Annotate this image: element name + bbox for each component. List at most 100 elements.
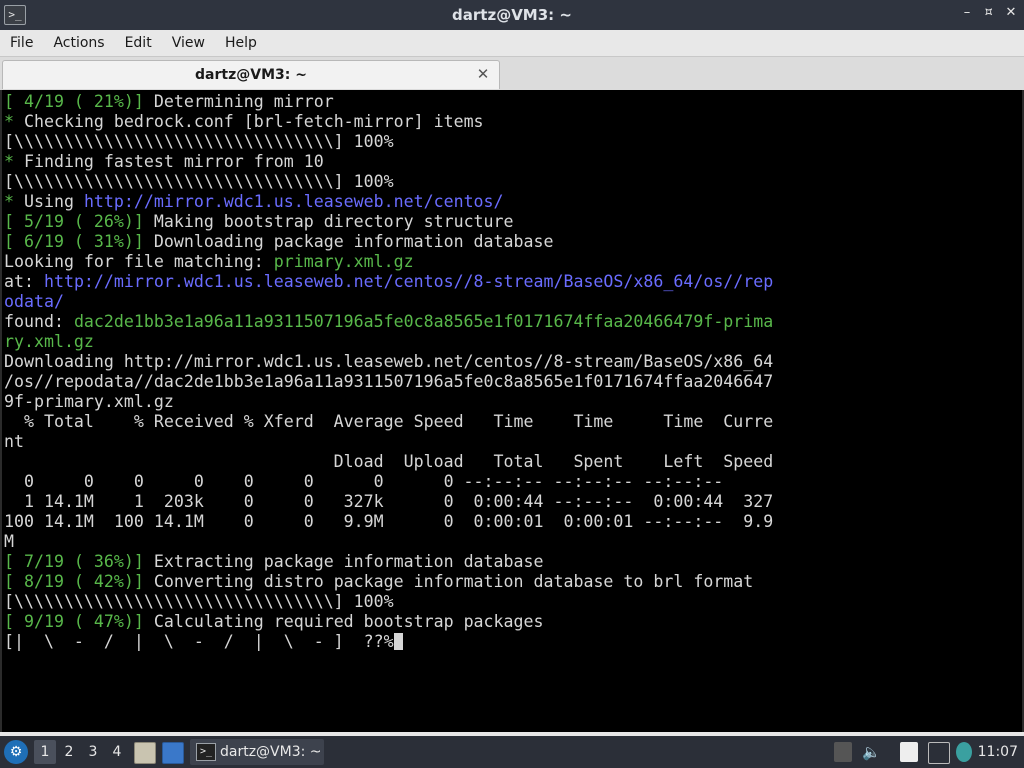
terminal-text-segment: [ 7/19 ( 36%)] <box>4 552 144 571</box>
terminal-text-segment: Finding fastest mirror from 10 <box>14 152 324 171</box>
terminal-line: [ 9/19 ( 47%)] Calculating required boot… <box>4 612 1022 632</box>
title-bar[interactable]: >_ dartz@VM3: ~ – ⯏ ✕ <box>0 0 1024 30</box>
tray-app-icon[interactable] <box>834 742 852 762</box>
terminal-text-segment: 1 14.1M 1 203k 0 0 327k 0 0:00:44 --:--:… <box>4 492 774 511</box>
terminal-line: [| \ - / | \ - / | \ - ] ??% <box>4 632 1022 652</box>
tab-close-icon[interactable]: ✕ <box>475 65 491 83</box>
terminal-line: 9f-primary.xml.gz <box>4 392 1022 412</box>
terminal-text-segment: * <box>4 152 14 171</box>
terminal-text-segment: [\\\\\\\\\\\\\\\\\\\\\\\\\\\\\\\\] 100% <box>4 172 394 191</box>
terminal-line: % Total % Received % Xferd Average Speed… <box>4 412 1022 432</box>
terminal-text-segment: found: <box>4 312 74 331</box>
terminal-text-segment: at: <box>4 272 44 291</box>
terminal-line: [ 7/19 ( 36%)] Extracting package inform… <box>4 552 1022 572</box>
terminal-line: Dload Upload Total Spent Left Speed <box>4 452 1022 472</box>
terminal-line: Downloading http://mirror.wdc1.us.leasew… <box>4 352 1022 372</box>
close-icon[interactable]: ✕ <box>1004 6 1018 20</box>
terminal-text-segment: [| \ - / | \ - / | \ - ] ??% <box>4 632 394 651</box>
terminal-line: * Checking bedrock.conf [brl-fetch-mirro… <box>4 112 1022 132</box>
terminal-text-segment: odata/ <box>4 292 64 311</box>
terminal-text-segment: Looking for file matching: <box>4 252 274 271</box>
workspace-3[interactable]: 3 <box>82 740 104 764</box>
terminal-line: [ 8/19 ( 42%)] Converting distro package… <box>4 572 1022 592</box>
maximize-icon[interactable]: ⯏ <box>982 6 996 20</box>
terminal-text-segment: Making bootstrap directory structure <box>143 212 514 231</box>
menu-edit[interactable]: Edit <box>115 30 162 56</box>
terminal-text-segment: Downloading http://mirror.wdc1.us.leasew… <box>4 352 774 371</box>
window-title: dartz@VM3: ~ <box>452 6 572 24</box>
terminal-text-segment: [\\\\\\\\\\\\\\\\\\\\\\\\\\\\\\\\] 100% <box>4 132 394 151</box>
clock[interactable]: 11:07 <box>978 736 1018 768</box>
terminal-text: [ 4/19 ( 21%)] Determining mirror * Check… <box>4 92 1022 652</box>
terminal-line: * Finding fastest mirror from 10 <box>4 152 1022 172</box>
tab-bar: dartz@VM3: ~ ✕ <box>0 56 1024 91</box>
terminal-text-segment: Dload Upload Total Spent Left Speed <box>4 452 774 471</box>
terminal-text-segment: Determining mirror <box>143 92 334 111</box>
menu-file[interactable]: File <box>0 30 43 56</box>
show-desktop-icon[interactable] <box>162 742 184 764</box>
menu-view[interactable]: View <box>162 30 215 56</box>
terminal-line: 0 0 0 0 0 0 0 0 --:--:-- --:--:-- --:--:… <box>4 472 1022 492</box>
terminal-text-segment: Checking bedrock.conf [brl-fetch-mirror]… <box>14 112 484 131</box>
file-manager-icon[interactable] <box>134 742 156 764</box>
terminal-window: >_ dartz@VM3: ~ – ⯏ ✕ File Actions Edit … <box>0 0 1024 736</box>
terminal-text-segment: [ 8/19 ( 42%)] <box>4 572 144 591</box>
terminal-text-segment: ry.xml.gz <box>4 332 94 351</box>
terminal-line: Looking for file matching: primary.xml.g… <box>4 252 1022 272</box>
terminal-text-segment: Extracting package information database <box>143 552 544 571</box>
terminal-line: [\\\\\\\\\\\\\\\\\\\\\\\\\\\\\\\\] 100% <box>4 172 1022 192</box>
terminal-text-segment: % Total % Received % Xferd Average Speed… <box>4 412 774 431</box>
terminal-line: found: dac2de1bb3e1a96a11a9311507196a5fe… <box>4 312 1022 332</box>
terminal-text-segment: /os//repodata//dac2de1bb3e1a96a11a931150… <box>4 372 774 391</box>
terminal-line: [\\\\\\\\\\\\\\\\\\\\\\\\\\\\\\\\] 100% <box>4 592 1022 612</box>
terminal-text-segment: primary.xml.gz <box>273 252 414 271</box>
terminal-text-segment: * <box>4 112 14 131</box>
terminal-line: [ 6/19 ( 31%)] Downloading package infor… <box>4 232 1022 252</box>
terminal-line: * Using http://mirror.wdc1.us.leaseweb.n… <box>4 192 1022 212</box>
menu-actions[interactable]: Actions <box>43 30 114 56</box>
terminal-line: nt <box>4 432 1022 452</box>
terminal-text-segment: [ 6/19 ( 31%)] <box>4 232 144 251</box>
terminal-task-icon: >_ <box>196 743 216 761</box>
terminal-line: 1 14.1M 1 203k 0 0 327k 0 0:00:44 --:--:… <box>4 492 1022 512</box>
terminal-line: odata/ <box>4 292 1022 312</box>
terminal-text-segment: Downloading package information database <box>143 232 554 251</box>
terminal-line: ry.xml.gz <box>4 332 1022 352</box>
terminal-text-segment: [ 5/19 ( 26%)] <box>4 212 144 231</box>
menu-help[interactable]: Help <box>215 30 267 56</box>
terminal-line: 100 14.1M 100 14.1M 0 0 9.9M 0 0:00:01 0… <box>4 512 1022 532</box>
terminal-output[interactable]: [ 4/19 ( 21%)] Determining mirror * Check… <box>0 90 1024 732</box>
workspace-1[interactable]: 1 <box>34 740 56 764</box>
terminal-line: [\\\\\\\\\\\\\\\\\\\\\\\\\\\\\\\\] 100% <box>4 132 1022 152</box>
terminal-text-segment: [ 4/19 ( 21%)] <box>4 92 144 111</box>
terminal-text-segment: 9f-primary.xml.gz <box>4 392 174 411</box>
terminal-text-segment: http://mirror.wdc1.us.leaseweb.net/cento… <box>83 192 504 211</box>
terminal-text-segment: dac2de1bb3e1a96a11a9311507196a5fe0c8a856… <box>73 312 774 331</box>
terminal-text-segment: M <box>4 532 14 551</box>
clipboard-icon[interactable] <box>900 742 918 762</box>
network-icon[interactable] <box>928 742 950 764</box>
taskbar: ⚙ 1 2 3 4 >_ dartz@VM3: ~ 🔈 11:07 <box>0 736 1024 768</box>
menu-bar: File Actions Edit View Help <box>0 30 1024 56</box>
taskbar-task-terminal[interactable]: >_ dartz@VM3: ~ <box>190 739 324 765</box>
terminal-text-segment: [ 9/19 ( 47%)] <box>4 612 144 631</box>
terminal-text-segment: 0 0 0 0 0 0 0 0 --:--:-- --:--:-- --:--:… <box>4 472 724 491</box>
window-controls: – ⯏ ✕ <box>960 6 1018 20</box>
tab-label: dartz@VM3: ~ <box>195 67 307 83</box>
terminal-text-segment: Calculating required bootstrap packages <box>143 612 544 631</box>
tab-terminal[interactable]: dartz@VM3: ~ ✕ <box>2 60 500 89</box>
terminal-line: [ 4/19 ( 21%)] Determining mirror <box>4 92 1022 112</box>
terminal-text-segment: 100 14.1M 100 14.1M 0 0 9.9M 0 0:00:01 0… <box>4 512 774 531</box>
terminal-text-segment: * <box>4 192 14 211</box>
minimize-icon[interactable]: – <box>960 6 974 20</box>
terminal-text-segment: nt <box>4 432 24 451</box>
taskbar-task-label: dartz@VM3: ~ <box>220 744 322 760</box>
terminal-cursor <box>393 633 403 650</box>
terminal-line: /os//repodata//dac2de1bb3e1a96a11a931150… <box>4 372 1022 392</box>
update-notifier-icon[interactable] <box>956 742 972 762</box>
workspace-2[interactable]: 2 <box>58 740 80 764</box>
start-menu-icon[interactable]: ⚙ <box>4 740 28 764</box>
volume-icon[interactable]: 🔈 <box>862 742 881 762</box>
terminal-line: M <box>4 532 1022 552</box>
workspace-4[interactable]: 4 <box>106 740 128 764</box>
